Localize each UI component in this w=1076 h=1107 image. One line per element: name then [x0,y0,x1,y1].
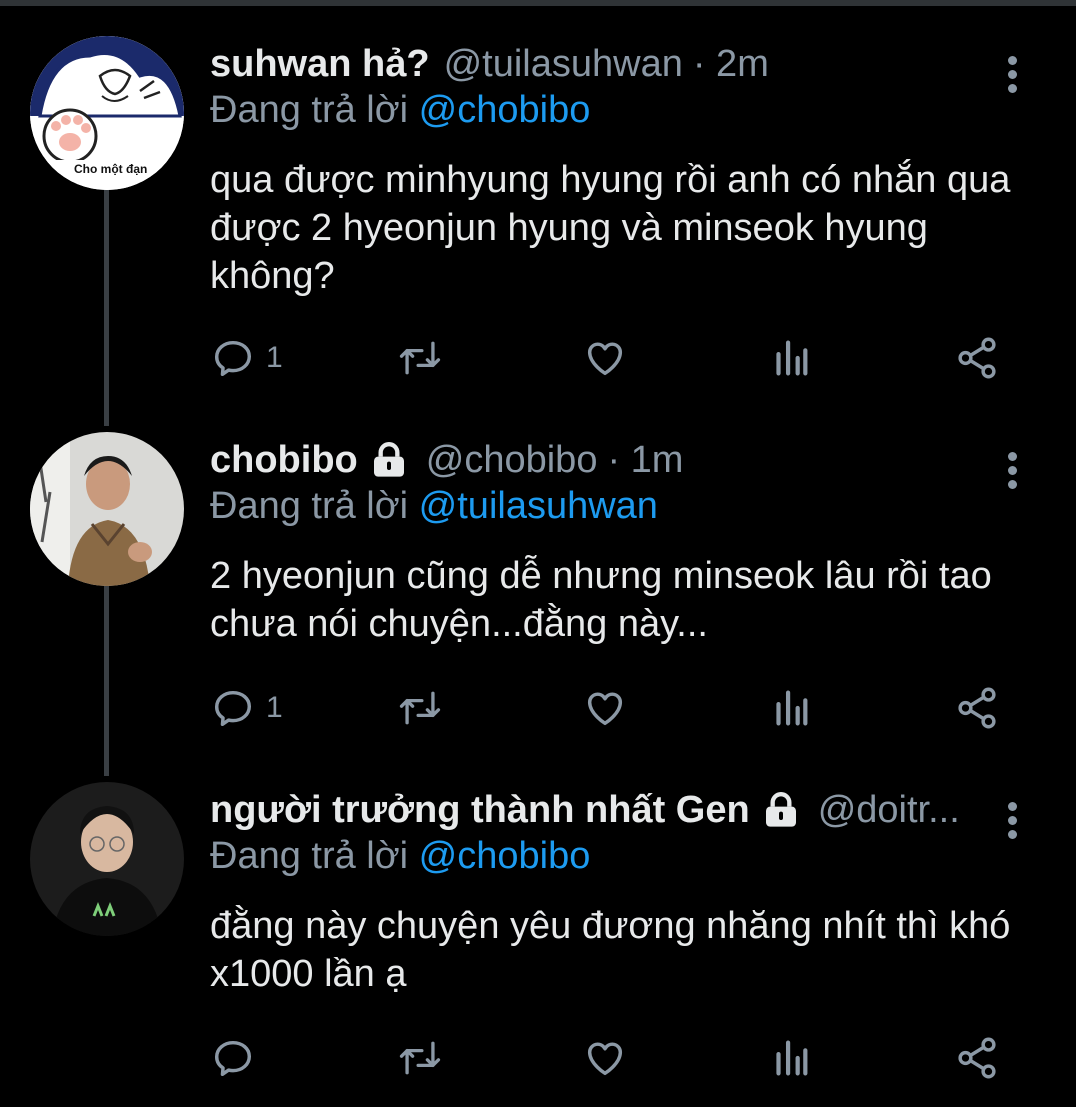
like-icon [587,692,623,726]
retweet-button[interactable] [396,683,444,733]
more-icon[interactable] [1002,446,1024,489]
avatar-caption: Cho một đạn [74,162,148,176]
share-icon [958,1037,996,1079]
top-divider [0,0,1076,6]
lock-icon [373,442,404,477]
user-handle[interactable]: @doitr... [818,782,960,838]
like-button[interactable] [582,1033,628,1083]
action-bar: 1 [210,683,1030,733]
reply-count: 1 [266,691,283,724]
analytics-button[interactable] [770,1033,810,1083]
lock-icon [765,792,796,827]
thread-line [104,586,109,776]
tweet-3[interactable]: người trưởng thành nhất Gen @doitr... Đa… [0,782,1076,1092]
reply-icon [214,690,252,727]
retweet-icon [399,1041,441,1075]
like-icon [587,1042,623,1076]
reply-button[interactable]: 1 [210,683,283,733]
analytics-icon [776,340,808,376]
reply-count: 1 [266,341,283,374]
retweet-button[interactable] [396,333,444,383]
reply-prefix: Đang trả lời [210,485,419,527]
avatar[interactable] [30,432,184,586]
more-icon[interactable] [1002,50,1024,93]
tweet-text: 2 hyeonjun cũng dễ nhưng minseok lâu rồi… [210,555,992,645]
share-button[interactable] [954,1033,1000,1083]
timestamp[interactable]: · 2m [693,36,769,92]
tweet-text: qua được minhyung hyung rồi anh có nhắn … [210,159,1011,297]
analytics-icon [776,690,808,726]
avatar[interactable] [30,782,184,936]
more-icon[interactable] [1002,796,1024,839]
reply-prefix: Đang trả lời [210,835,419,877]
tweet-text: đằng này chuyện yêu đương nhăng nhít thì… [210,905,1011,995]
reply-prefix: Đang trả lời [210,89,419,131]
thread-line [104,186,109,426]
analytics-button[interactable] [770,683,810,733]
action-bar: 1 [210,333,1030,383]
share-button[interactable] [954,683,1000,733]
retweet-icon [399,691,441,725]
like-button[interactable] [582,683,628,733]
analytics-icon [776,1040,808,1076]
reply-mention[interactable]: @chobibo [419,89,591,131]
avatar[interactable]: Cho một đạn [30,36,184,190]
reply-icon [214,340,252,377]
share-button[interactable] [954,333,1000,383]
tweet-2[interactable]: chobibo @chobibo · 1m Đang trả lời @tuil… [0,432,1076,776]
share-icon [958,337,996,379]
reply-icon [214,1040,252,1077]
retweet-button[interactable] [396,1033,444,1083]
share-icon [958,687,996,729]
action-bar [210,1033,1030,1083]
analytics-button[interactable] [770,333,810,383]
like-button[interactable] [582,333,628,383]
tweet-1[interactable]: Cho một đạn suhwan hả? @tuilasuhwan · 2m… [0,36,1076,426]
replying-to: Đang trả lời @chobibo [210,828,590,884]
reply-mention[interactable]: @tuilasuhwan [419,485,658,527]
like-icon [587,342,623,376]
reply-mention[interactable]: @chobibo [419,835,591,877]
reply-button[interactable]: 1 [210,333,283,383]
replying-to: Đang trả lời @tuilasuhwan [210,478,658,534]
replying-to: Đang trả lời @chobibo [210,82,590,138]
reply-button[interactable] [210,1033,266,1083]
retweet-icon [399,341,441,375]
